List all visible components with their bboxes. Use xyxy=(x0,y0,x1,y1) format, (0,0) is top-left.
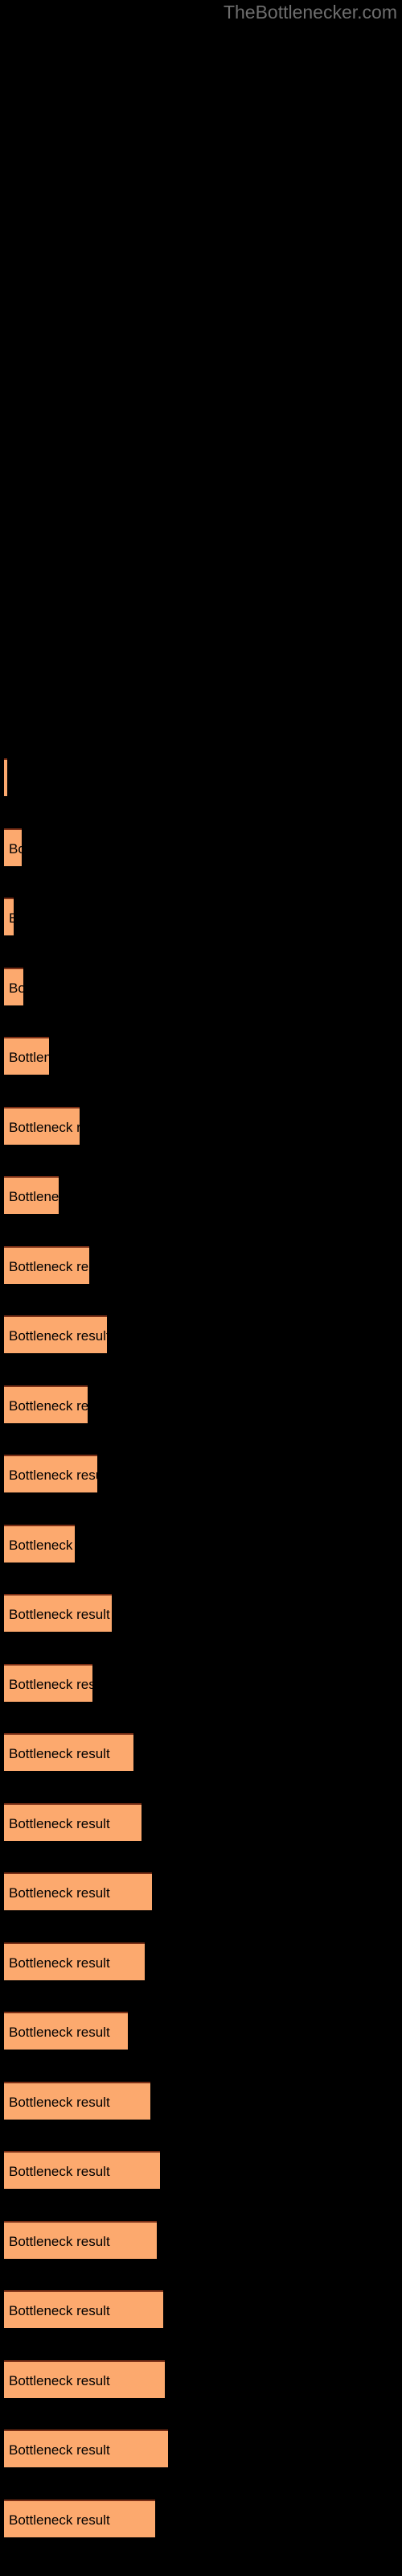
bar-label: Bottleneck result xyxy=(9,1815,110,1831)
bottleneck-chart-root: TheBottlenecker.com Bottleneck resultBot… xyxy=(0,0,402,2576)
bar-row: Bottleneck result xyxy=(0,1455,402,1492)
bar-row: Bottleneck result xyxy=(0,2290,402,2328)
bar-label: Bottleneck result xyxy=(9,1328,107,1344)
bar[interactable]: Bottleneck result xyxy=(4,2151,160,2189)
bar[interactable]: Bottleneck result xyxy=(4,1524,75,1563)
bar-label: Bottleneck result xyxy=(9,1955,110,1971)
bar[interactable]: Bottleneck result xyxy=(4,758,7,796)
bar-label: Bottleneck result xyxy=(9,1537,75,1553)
bar[interactable]: Bottleneck result xyxy=(4,1942,145,1980)
bar-row: Bottleneck result xyxy=(0,828,402,866)
bar-label: Bottleneck result xyxy=(9,2025,110,2040)
bar[interactable]: Bottleneck result xyxy=(4,1385,88,1423)
bar[interactable]: Bottleneck result xyxy=(4,2220,157,2259)
bar-row: Bottleneck result xyxy=(0,1594,402,1632)
bar-label: Bottleneck result xyxy=(9,1119,80,1135)
bar-row: Bottleneck result xyxy=(0,2151,402,2189)
bar[interactable]: Bottleneck result xyxy=(4,898,14,935)
bar[interactable]: Bottleneck result xyxy=(4,1455,97,1492)
bar-row: Bottleneck result xyxy=(0,1037,402,1075)
bar-row: Bottleneck result xyxy=(0,1385,402,1423)
bar-label: Bottleneck result xyxy=(9,980,23,996)
bar-label: Bottleneck result xyxy=(9,2442,110,2458)
bar[interactable]: Bottleneck result xyxy=(4,1733,133,1771)
bar-label: Bottleneck result xyxy=(9,1607,110,1622)
bar-row: Bottleneck result xyxy=(0,1733,402,1771)
bar[interactable]: Bottleneck result xyxy=(4,1245,89,1284)
bar-row: Bottleneck result xyxy=(0,2220,402,2259)
bar[interactable]: Bottleneck result xyxy=(4,1176,59,1214)
bar-label: Bottleneck result xyxy=(9,1885,110,1901)
bar-row: Bottleneck result xyxy=(0,2359,402,2398)
bar-label: Bottleneck result xyxy=(9,2233,110,2249)
bar[interactable]: Bottleneck result xyxy=(4,1106,80,1145)
bar[interactable]: Bottleneck result xyxy=(4,1802,142,1841)
bar-label: Bottleneck result xyxy=(9,1189,59,1204)
bar-label: Bottleneck result xyxy=(9,2303,110,2318)
bar[interactable]: Bottleneck result xyxy=(4,2499,155,2537)
bar-row: Bottleneck result xyxy=(0,898,402,935)
bar[interactable]: Bottleneck result xyxy=(4,2429,168,2467)
bar-label: Bottleneck result xyxy=(9,1258,89,1274)
bar-row: Bottleneck result xyxy=(0,2429,402,2467)
bar-label: Bottleneck result xyxy=(9,1468,97,1483)
bar-row: Bottleneck result xyxy=(0,1663,402,1702)
bar[interactable]: Bottleneck result xyxy=(4,967,23,1005)
bar[interactable]: Bottleneck result xyxy=(4,2359,165,2398)
bar-row: Bottleneck result xyxy=(0,758,402,796)
bar-row: Bottleneck result xyxy=(0,1176,402,1214)
bar-label: Bottleneck result xyxy=(9,1397,88,1414)
bar[interactable]: Bottleneck result xyxy=(4,1594,112,1632)
bar-label: Bottleneck result xyxy=(9,1746,110,1761)
bar-label: Bottleneck result xyxy=(9,2512,110,2528)
bar-row: Bottleneck result xyxy=(0,1524,402,1563)
bar-row: Bottleneck result xyxy=(0,1106,402,1145)
bar-row: Bottleneck result xyxy=(0,2081,402,2120)
bar-row: Bottleneck result xyxy=(0,1942,402,1980)
bar-label: Bottleneck result xyxy=(9,1676,92,1692)
bar[interactable]: Bottleneck result xyxy=(4,2290,163,2328)
bar-row: Bottleneck result xyxy=(0,1315,402,1353)
bar[interactable]: Bottleneck result xyxy=(4,1315,107,1353)
bar-row: Bottleneck result xyxy=(0,1245,402,1284)
bar[interactable]: Bottleneck result xyxy=(4,1663,92,1702)
bar-label: Bottleneck result xyxy=(9,899,14,935)
bar[interactable]: Bottleneck result xyxy=(4,1037,49,1075)
bar-label: Bottleneck result xyxy=(9,2094,110,2110)
bar-label: Bottleneck result xyxy=(9,2164,110,2179)
bar-label: Bottleneck result xyxy=(9,2372,110,2388)
bar-row: Bottleneck result xyxy=(0,1802,402,1841)
bar-label: Bottleneck result xyxy=(9,840,22,857)
bar[interactable]: Bottleneck result xyxy=(4,828,22,866)
bar-row: Bottleneck result xyxy=(0,2499,402,2537)
bar-row: Bottleneck result xyxy=(0,1872,402,1910)
bar[interactable]: Bottleneck result xyxy=(4,1872,152,1910)
bar[interactable]: Bottleneck result xyxy=(4,2012,128,2050)
bar-row: Bottleneck result xyxy=(0,967,402,1005)
bar-row: Bottleneck result xyxy=(0,2012,402,2050)
plot-area: Bottleneck result Bottleneck result Bottle… xyxy=(0,0,402,2576)
bar[interactable]: Bottleneck result xyxy=(4,2081,150,2120)
bar-label: Bottleneck result xyxy=(9,1050,49,1065)
